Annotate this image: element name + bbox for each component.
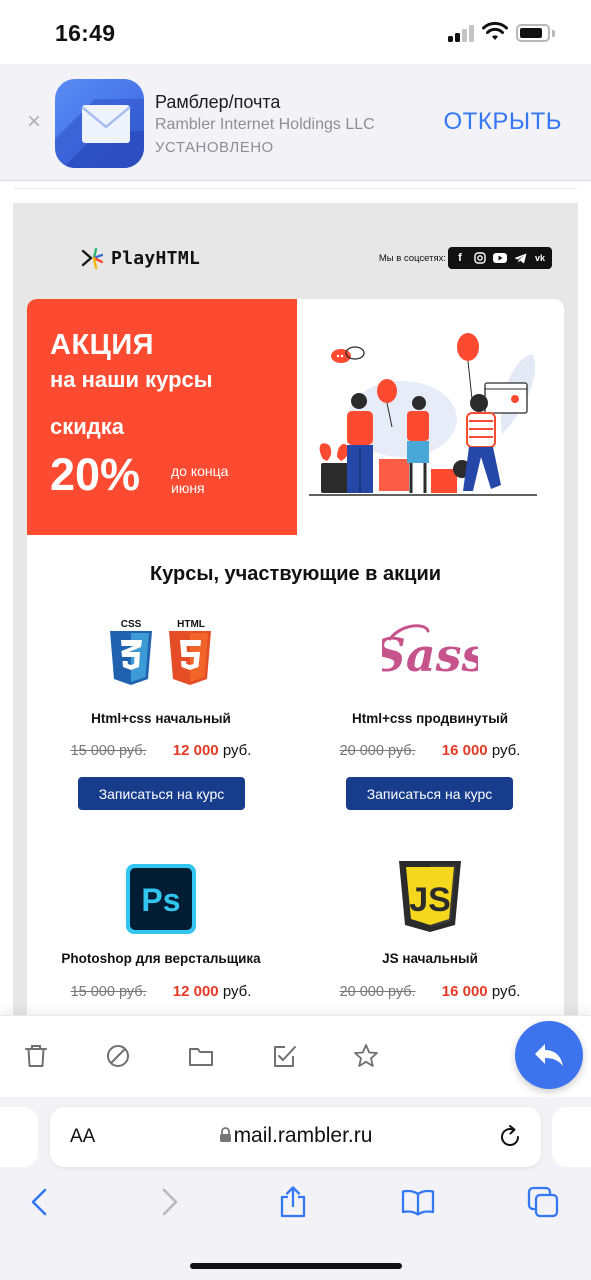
- old-price: 15 000 руб.: [70, 743, 147, 759]
- url-field[interactable]: mail.rambler.ru: [50, 1124, 541, 1148]
- divider: [14, 188, 577, 189]
- trash-icon[interactable]: [22, 1042, 50, 1070]
- facebook-icon[interactable]: f: [450, 249, 470, 267]
- course-price: 20 000 руб. 16 000 руб.: [296, 742, 564, 759]
- course-name: Html+css продвинутый: [351, 711, 509, 726]
- promo-discount-label: скидка: [50, 414, 124, 439]
- rambler-mail-app-icon[interactable]: [55, 79, 144, 168]
- share-icon[interactable]: [276, 1185, 310, 1219]
- currency: руб.: [222, 983, 252, 1000]
- new-price: 16 000: [441, 742, 488, 759]
- social-links: Мы в соцсетях: f vk: [379, 247, 552, 269]
- email-body: PlayHTML Мы в соцсетях: f vk АКЦИЯ на на…: [13, 203, 578, 1015]
- promo-until: до конца июня: [171, 463, 229, 496]
- course-name: JS начальный: [382, 951, 478, 966]
- close-banner-button[interactable]: ×: [27, 110, 41, 134]
- logo-text: PlayHTML: [111, 247, 201, 269]
- course-card: Ps Photoshop для верстальщика 15 000 руб…: [27, 859, 295, 1015]
- previous-tab[interactable]: [0, 1107, 38, 1167]
- social-label: Мы в соцсетях:: [378, 252, 446, 264]
- enroll-button[interactable]: Записаться на курс: [78, 777, 245, 810]
- svg-text:Ps: Ps: [141, 882, 180, 918]
- enroll-button[interactable]: Записаться на курс: [346, 777, 513, 810]
- lock-icon: [219, 1127, 231, 1142]
- youtube-icon[interactable]: [490, 249, 510, 267]
- currency: руб.: [491, 983, 521, 1000]
- promo-subtitle: на наши курсы: [50, 367, 213, 392]
- people-with-balloons-illustration: [309, 333, 537, 496]
- course-price: 20 000 руб. 16 000 руб.: [296, 983, 564, 1000]
- new-price: 12 000: [172, 742, 219, 759]
- course-price: 15 000 руб. 12 000 руб.: [27, 983, 295, 1000]
- app-company: Rambler Internet Holdings LLC: [155, 116, 375, 133]
- logo-mark-icon: [81, 247, 103, 270]
- course-name: Html+css начальный: [91, 711, 231, 726]
- folder-icon[interactable]: [187, 1042, 215, 1070]
- reply-button[interactable]: [515, 1021, 583, 1089]
- promo-card: АКЦИЯ на наши курсы скидка 20% до конца …: [27, 299, 564, 1015]
- open-app-button[interactable]: ОТКРЫТЬ: [444, 108, 562, 136]
- js-logo: JS: [296, 859, 564, 933]
- course-price: 15 000 руб. 12 000 руб.: [27, 742, 295, 759]
- cellular-signal-icon: [448, 24, 476, 42]
- smart-app-banner: × Рамблер/почта Rambler Internet Holding…: [0, 64, 591, 181]
- wifi-icon: [482, 21, 508, 40]
- mark-read-icon[interactable]: [270, 1042, 298, 1070]
- svg-text:JS: JS: [409, 881, 451, 919]
- course-name: Photoshop для верстальщика: [61, 951, 261, 966]
- svg-text:CSS: CSS: [121, 619, 142, 630]
- address-bar[interactable]: AA mail.rambler.ru: [50, 1107, 541, 1167]
- playhtml-logo[interactable]: PlayHTML: [81, 246, 200, 270]
- photoshop-logo: Ps: [27, 863, 295, 935]
- course-card: JS JS начальный 20 000 руб. 16 000 руб.: [296, 859, 564, 1015]
- mail-action-toolbar: [0, 1015, 591, 1097]
- app-name: Рамблер/почта: [155, 92, 281, 112]
- svg-text:Sass: Sass: [382, 628, 478, 682]
- reply-icon: [535, 1044, 563, 1066]
- telegram-icon[interactable]: [510, 249, 530, 267]
- status-time: 16:49: [55, 20, 116, 46]
- app-install-status: УСТАНОВЛЕНО: [155, 139, 274, 156]
- svg-text:HTML: HTML: [177, 619, 205, 630]
- promo-title: АКЦИЯ: [50, 329, 155, 361]
- status-bar: 16:49: [0, 0, 591, 64]
- safari-bottom-bar: AA mail.rambler.ru: [0, 1097, 591, 1280]
- sass-logo: Sass: [296, 619, 564, 689]
- home-indicator: [190, 1263, 402, 1269]
- new-price: 16 000: [441, 983, 488, 1000]
- old-price: 20 000 руб.: [339, 984, 416, 1000]
- vk-icon[interactable]: vk: [530, 249, 550, 267]
- old-price: 20 000 руб.: [339, 743, 416, 759]
- promo-percent: 20%: [50, 449, 141, 500]
- next-tab[interactable]: [552, 1107, 591, 1167]
- bookmarks-icon[interactable]: [401, 1185, 435, 1219]
- courses-title: Курсы, участвующие в акции: [149, 563, 442, 585]
- currency: руб.: [222, 742, 252, 759]
- instagram-icon[interactable]: [470, 249, 490, 267]
- promo-block: АКЦИЯ на наши курсы скидка 20% до конца …: [27, 299, 297, 535]
- battery-icon: [516, 24, 550, 42]
- spam-icon[interactable]: [104, 1042, 132, 1070]
- reload-icon[interactable]: [497, 1124, 523, 1150]
- course-card: CSS HTML Html+css начальный 15 000 руб. …: [27, 599, 295, 819]
- css-html-logo: CSS HTML: [27, 617, 295, 687]
- back-icon[interactable]: [23, 1185, 57, 1219]
- new-price: 12 000: [172, 983, 219, 1000]
- currency: руб.: [491, 742, 521, 759]
- old-price: 15 000 руб.: [70, 984, 147, 1000]
- star-icon[interactable]: [352, 1042, 380, 1070]
- forward-icon[interactable]: [152, 1185, 186, 1219]
- course-card: Sass Html+css продвинутый 20 000 руб. 16…: [296, 599, 564, 819]
- tabs-icon[interactable]: [526, 1185, 560, 1219]
